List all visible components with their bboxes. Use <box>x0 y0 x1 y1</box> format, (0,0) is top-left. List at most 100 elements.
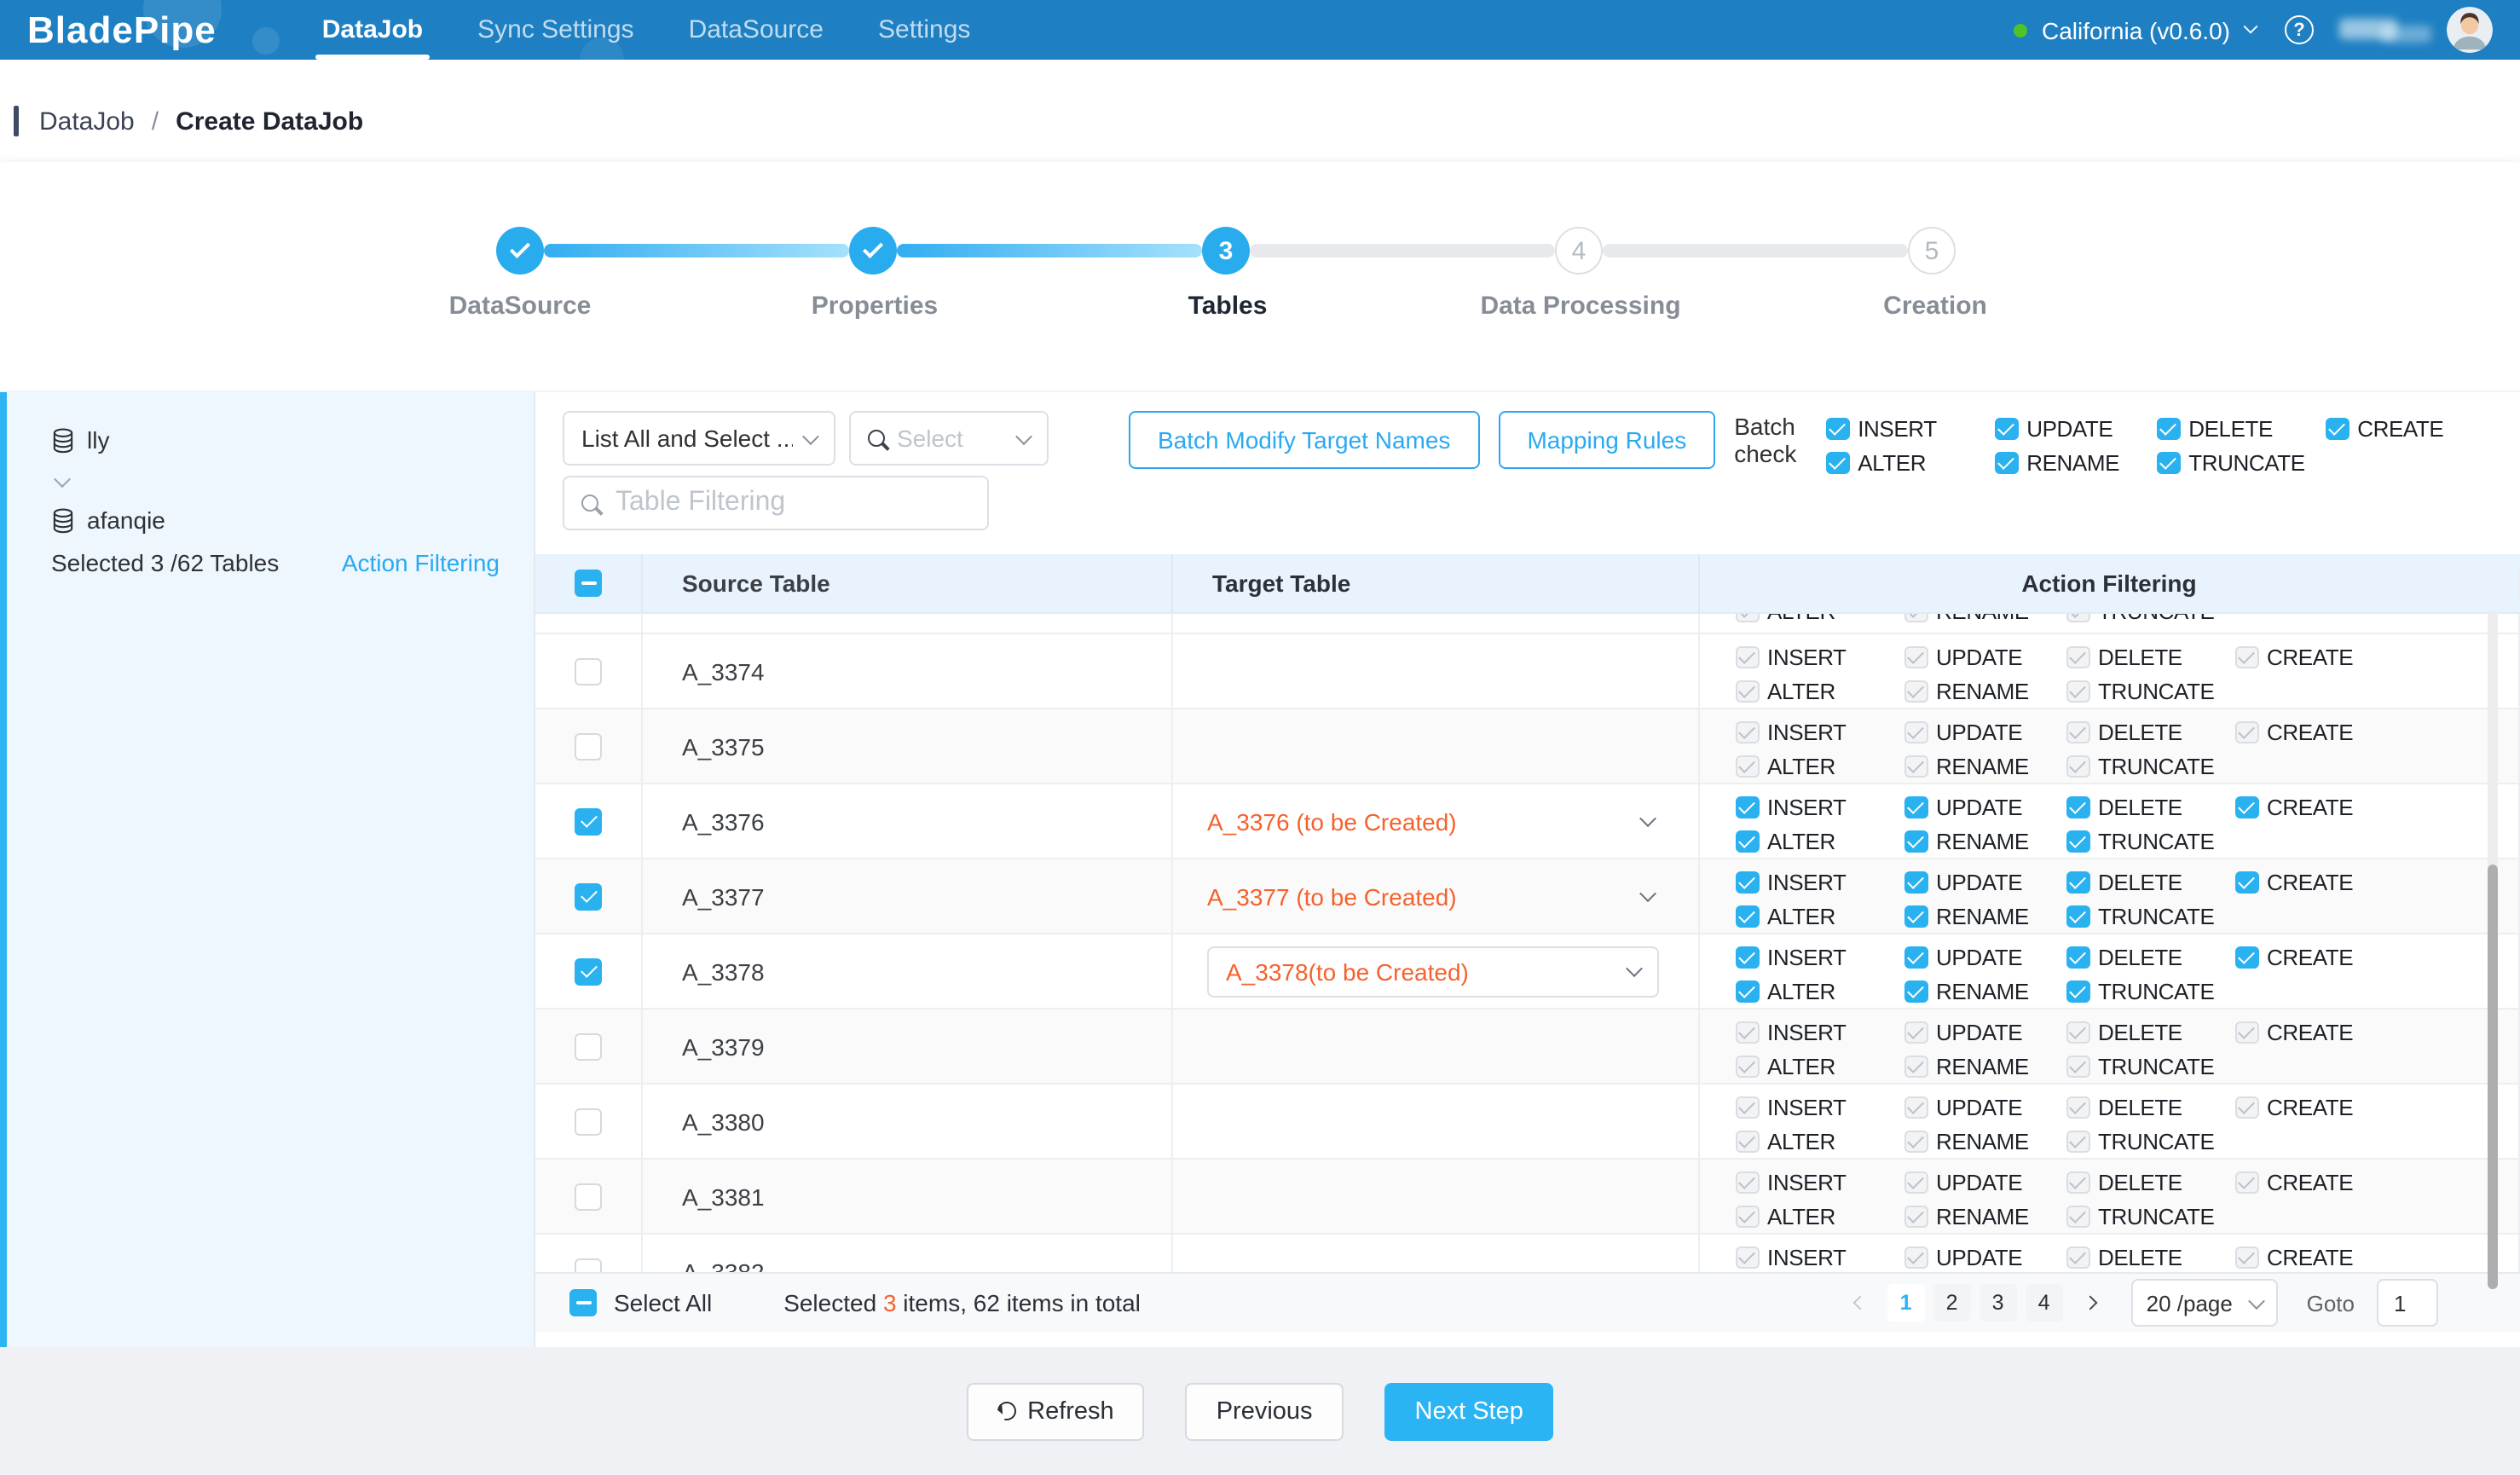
row-checkbox[interactable] <box>575 882 602 910</box>
step-2-circle[interactable] <box>849 227 897 275</box>
target-table-select[interactable]: A_3377 (to be Created) <box>1173 882 1698 910</box>
action-checkbox[interactable] <box>1736 905 1759 928</box>
batch-check-checkbox[interactable] <box>2326 418 2349 441</box>
action-checkbox[interactable] <box>1904 946 1928 969</box>
action-checkbox[interactable] <box>2066 871 2089 894</box>
target-database[interactable]: afanqie <box>51 503 500 537</box>
action-checkbox[interactable] <box>2066 796 2089 819</box>
action-checkbox[interactable] <box>1904 980 1928 1004</box>
mapping-rules-button[interactable]: Mapping Rules <box>1498 411 1715 469</box>
action-checkbox <box>2235 1171 2258 1194</box>
select-all-label[interactable]: Select All <box>614 1289 712 1316</box>
nav-right-group: California (v0.6.0) <box>2013 7 2493 53</box>
nav-item-datasource[interactable]: DataSource <box>689 0 824 60</box>
step-connector-pending <box>1603 244 1908 257</box>
scrollbar-thumb[interactable] <box>2488 865 2498 1289</box>
action-checkbox[interactable] <box>1904 905 1928 928</box>
action-checkbox[interactable] <box>1736 946 1759 969</box>
goto-page-field[interactable] <box>2377 1279 2438 1327</box>
action-label: RENAME <box>1936 679 2029 704</box>
action-label: RENAME <box>1936 979 2029 1004</box>
help-icon[interactable] <box>2285 15 2314 44</box>
batch-modify-target-names-button[interactable]: Batch Modify Target Names <box>1129 411 1479 469</box>
page-button[interactable]: 2 <box>1933 1284 1971 1322</box>
action-checkbox <box>1904 1171 1928 1194</box>
action-checkbox[interactable] <box>2066 980 2089 1004</box>
action-checkbox <box>1904 1021 1928 1044</box>
user-avatar[interactable] <box>2447 7 2493 53</box>
select-all-checkbox[interactable] <box>569 1289 597 1316</box>
step-4-circle[interactable]: 4 <box>1555 227 1603 275</box>
next-page-button[interactable] <box>2072 1284 2109 1322</box>
action-checkbox[interactable] <box>1736 796 1759 819</box>
breadcrumb-separator: / <box>152 107 159 136</box>
quick-select[interactable]: Select <box>849 411 1049 466</box>
prev-page-button[interactable] <box>1841 1284 1879 1322</box>
table-filter-field[interactable] <box>563 476 989 530</box>
target-table-select[interactable]: A_3378(to be Created) <box>1207 946 1659 997</box>
row-checkbox[interactable] <box>575 1108 602 1135</box>
page-button[interactable]: 4 <box>2026 1284 2063 1322</box>
top-nav: BladePipe DataJob Sync Settings DataSour… <box>0 0 2520 60</box>
previous-button[interactable]: Previous <box>1186 1382 1344 1440</box>
batch-check-checkbox[interactable] <box>1995 452 2018 475</box>
nav-item-sync-settings[interactable]: Sync Settings <box>477 0 633 60</box>
next-step-button[interactable]: Next Step <box>1384 1382 1554 1440</box>
action-label: DELETE <box>2188 416 2273 442</box>
batch-check-checkbox[interactable] <box>2157 418 2180 441</box>
action-checkbox[interactable] <box>2235 796 2258 819</box>
action-label: DELETE <box>2098 1020 2182 1045</box>
batch-check-checkbox[interactable] <box>1826 452 1849 475</box>
row-checkbox[interactable] <box>575 657 602 685</box>
action-filtering-link[interactable]: Action Filtering <box>342 549 500 576</box>
breadcrumb-item-datajob[interactable]: DataJob <box>39 107 135 136</box>
region-selector[interactable]: California (v0.6.0) <box>2042 16 2230 43</box>
action-checkbox[interactable] <box>1904 871 1928 894</box>
select-page-checkbox[interactable] <box>575 570 602 597</box>
refresh-button[interactable]: Refresh <box>966 1382 1145 1440</box>
nav-item-settings[interactable]: Settings <box>878 0 970 60</box>
vertical-scrollbar[interactable] <box>2488 610 2498 1289</box>
action-label: DELETE <box>2098 945 2182 970</box>
action-checkbox[interactable] <box>1736 980 1759 1004</box>
step-3-circle[interactable]: 3 <box>1202 227 1250 275</box>
action-checkbox[interactable] <box>2066 830 2089 853</box>
row-checkbox[interactable] <box>575 807 602 835</box>
step-1-circle[interactable] <box>496 227 544 275</box>
action-checkbox[interactable] <box>2235 871 2258 894</box>
row-checkbox[interactable] <box>575 1183 602 1210</box>
target-table-select[interactable]: A_3376 (to be Created) <box>1173 807 1698 835</box>
action-checkbox[interactable] <box>1904 796 1928 819</box>
row-checkbox[interactable] <box>575 732 602 760</box>
app-logo[interactable]: BladePipe <box>27 8 217 52</box>
goto-page-input[interactable] <box>2378 1281 2436 1325</box>
step-5-circle[interactable]: 5 <box>1908 227 1956 275</box>
nav-item-datajob[interactable]: DataJob <box>322 0 423 60</box>
list-mode-select[interactable]: List All and Select ... <box>563 411 835 466</box>
page-size-select[interactable]: 20 /page <box>2131 1279 2278 1327</box>
batch-check-checkbox[interactable] <box>1995 418 2018 441</box>
step-label-creation: Creation <box>1883 292 1987 321</box>
batch-check-checkbox[interactable] <box>2157 452 2180 475</box>
table-filter-input[interactable] <box>612 486 972 520</box>
column-header-source-table: Source Table <box>643 554 1173 612</box>
action-checkbox[interactable] <box>2066 905 2089 928</box>
row-checkbox[interactable] <box>575 1032 602 1060</box>
action-checkbox[interactable] <box>2066 946 2089 969</box>
row-checkbox[interactable] <box>575 1258 602 1272</box>
action-checkbox[interactable] <box>1736 830 1759 853</box>
action-label: TRUNCATE <box>2098 1054 2214 1079</box>
goto-label: Goto <box>2307 1290 2355 1316</box>
step-label-properties: Properties <box>812 292 938 321</box>
table-header: Source Table Target Table Action Filteri… <box>535 554 2520 614</box>
chevron-down-icon[interactable] <box>2244 19 2258 33</box>
action-checkbox[interactable] <box>1904 830 1928 853</box>
action-checkbox[interactable] <box>1736 871 1759 894</box>
chevron-left-icon <box>1852 1296 1867 1310</box>
page-button[interactable]: 1 <box>1887 1284 1925 1322</box>
batch-check-checkbox[interactable] <box>1826 418 1849 441</box>
row-checkbox[interactable] <box>575 957 602 985</box>
page-button[interactable]: 3 <box>1980 1284 2017 1322</box>
source-database[interactable]: lly <box>51 423 500 457</box>
action-checkbox[interactable] <box>2235 946 2258 969</box>
